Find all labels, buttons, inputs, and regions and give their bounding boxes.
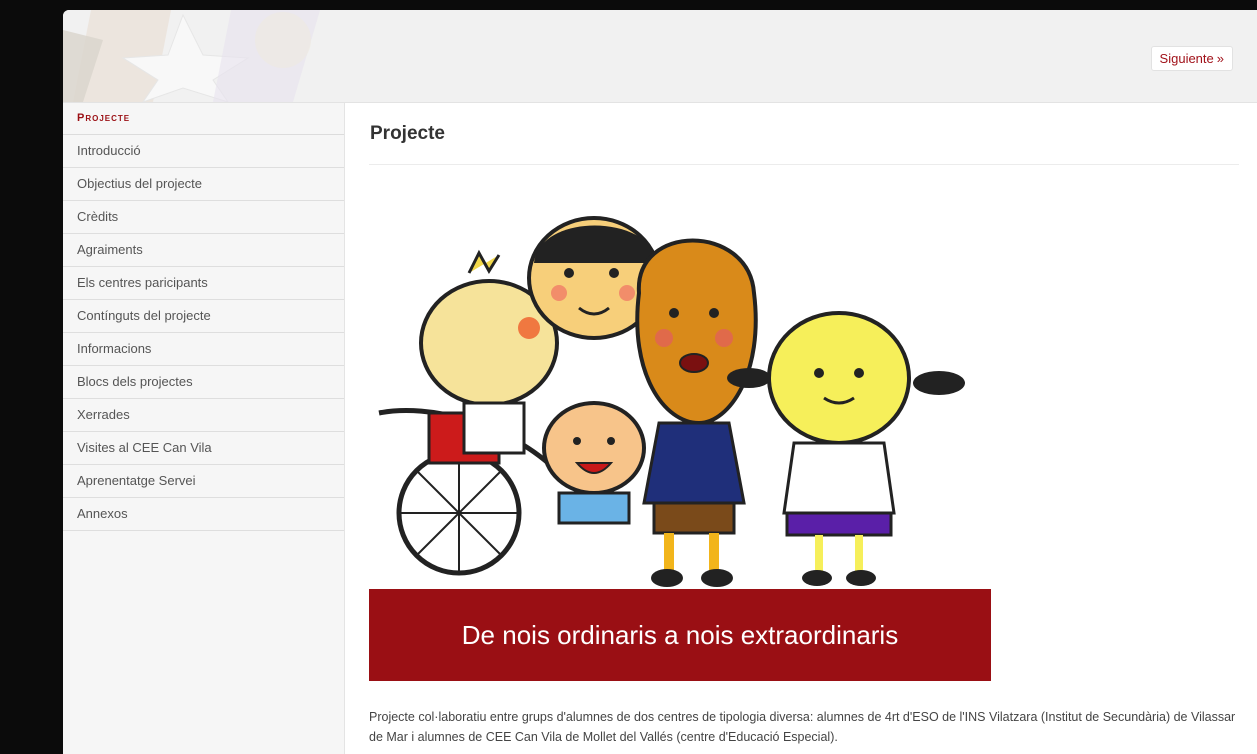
- project-description: Projecte col·laboratiu entre grups d'alu…: [369, 710, 1236, 744]
- sidebar-item-credits[interactable]: Crèdits: [63, 201, 344, 234]
- sidebar-item-visites[interactable]: Visites al CEE Can Vila: [63, 432, 344, 465]
- next-arrow-icon: »: [1216, 51, 1224, 66]
- banner-caption: De nois ordinaris a nois extraordinaris: [369, 589, 991, 681]
- sidebar-title[interactable]: Projecte: [63, 103, 344, 135]
- sidebar-item-aprenentatge[interactable]: Aprenentatge Servei: [63, 465, 344, 498]
- page-container: Siguiente» Projecte Introducció Objectiu…: [63, 10, 1257, 754]
- sidebar-item-annexos[interactable]: Annexos: [63, 498, 344, 531]
- sidebar-item-centres[interactable]: Els centres paricipants: [63, 267, 344, 300]
- banner-decoration: [63, 10, 353, 102]
- sidebar-item-continguts[interactable]: Contínguts del projecte: [63, 300, 344, 333]
- sidebar-item-objectius[interactable]: Objectius del projecte: [63, 168, 344, 201]
- title-divider: [369, 164, 1239, 165]
- sidebar-item-blocs[interactable]: Blocs dels projectes: [63, 366, 344, 399]
- sidebar-item-informacions[interactable]: Informacions: [63, 333, 344, 366]
- sidebar-item-agraiments[interactable]: Agraiments: [63, 234, 344, 267]
- sidebar-nav: Projecte Introducció Objectius del proje…: [63, 103, 345, 754]
- sidebar-item-introduccio[interactable]: Introducció: [63, 135, 344, 168]
- page-title: Projecte: [370, 123, 445, 144]
- next-label: Siguiente: [1159, 51, 1214, 66]
- sidebar-item-xerrades[interactable]: Xerrades: [63, 399, 344, 432]
- main-content: Projecte De nois ordinaris a nois extrao…: [369, 103, 1239, 754]
- children-illustration: [369, 213, 991, 593]
- top-banner: Siguiente»: [63, 10, 1257, 103]
- next-button[interactable]: Siguiente»: [1150, 46, 1233, 71]
